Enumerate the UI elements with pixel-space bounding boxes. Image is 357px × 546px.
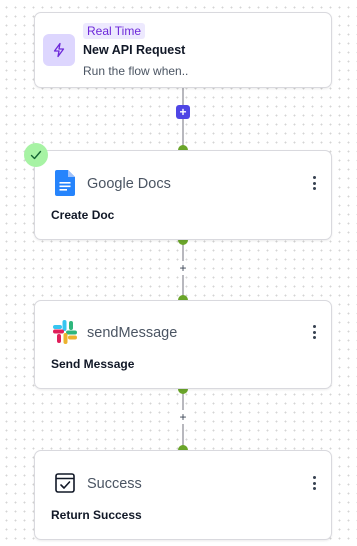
add-step-button[interactable]: + [176,105,190,119]
connector-line-trigger [182,88,184,150]
google-docs-icon [51,169,79,197]
checkmark-icon [24,143,48,167]
step-name: Success [87,476,142,492]
add-step-button[interactable]: + [176,410,190,424]
step-action: Create Doc [51,208,115,222]
more-options-icon[interactable] [307,473,321,493]
success-checkbox-icon [51,469,79,497]
realtime-badge: Real Time [83,23,146,39]
step-action: Return Success [51,508,142,522]
step-card-success[interactable]: Success Return Success [34,450,332,540]
trigger-card[interactable]: Real Time New API Request Run the flow w… [34,12,332,88]
step-card-google-docs[interactable]: Google Docs Create Doc [34,150,332,240]
more-options-icon[interactable] [307,322,321,342]
step-name: Google Docs [87,176,171,192]
slack-icon [51,318,79,346]
step-action: Send Message [51,357,135,371]
trigger-title: New API Request [83,43,186,57]
lightning-bolt-icon [43,34,75,66]
more-options-icon[interactable] [307,173,321,193]
step-name: sendMessage [87,325,178,341]
trigger-subtitle: Run the flow when.. [83,64,189,78]
step-card-send-message[interactable]: sendMessage Send Message [34,300,332,389]
add-step-button[interactable]: + [176,261,190,275]
